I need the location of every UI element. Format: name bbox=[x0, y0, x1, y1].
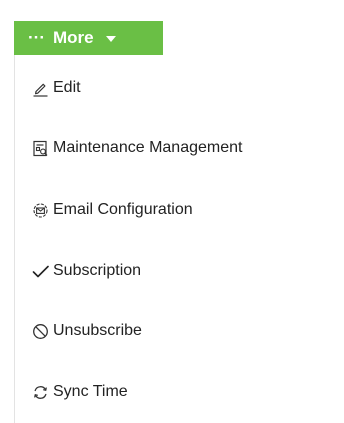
maintenance-document-icon bbox=[31, 139, 49, 157]
edit-pencil-icon bbox=[31, 79, 49, 97]
more-dropdown-menu: Edit Maintenance Management Email Config… bbox=[14, 55, 344, 423]
caret-down-icon bbox=[105, 36, 116, 42]
checkmark-icon bbox=[31, 262, 49, 280]
menu-item-email-configuration[interactable]: Email Configuration bbox=[31, 195, 193, 225]
menu-item-label: Subscription bbox=[53, 262, 142, 279]
prohibited-icon bbox=[31, 322, 49, 340]
more-button-label: More bbox=[52, 28, 94, 47]
page: ··· More Edit Maintenance Management Ema… bbox=[0, 0, 344, 423]
menu-item-label: Edit bbox=[53, 79, 81, 96]
menu-item-sync-time[interactable]: Sync Time bbox=[31, 377, 128, 407]
email-config-icon bbox=[31, 201, 49, 219]
menu-item-subscription[interactable]: Subscription bbox=[31, 256, 141, 286]
menu-item-label: Sync Time bbox=[53, 383, 128, 400]
more-dots-icon: ··· bbox=[28, 27, 45, 47]
menu-item-edit[interactable]: Edit bbox=[31, 73, 81, 103]
sync-icon bbox=[31, 383, 49, 401]
menu-item-unsubscribe[interactable]: Unsubscribe bbox=[31, 316, 142, 346]
menu-item-maintenance-management[interactable]: Maintenance Management bbox=[31, 133, 242, 163]
menu-item-label: Email Configuration bbox=[53, 201, 193, 218]
menu-item-label: Unsubscribe bbox=[53, 322, 142, 339]
menu-item-label: Maintenance Management bbox=[53, 139, 243, 156]
more-dropdown-button[interactable]: ··· More bbox=[14, 21, 163, 55]
